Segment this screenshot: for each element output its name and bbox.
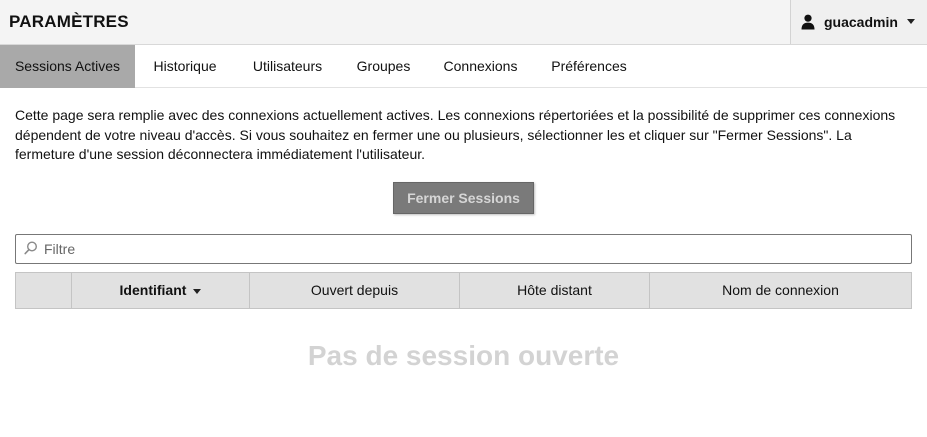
tab-sessions-actives[interactable]: Sessions Actives — [0, 45, 135, 88]
user-name: guacadmin — [824, 14, 898, 30]
sessions-table-header: Identifiant Ouvert depuis Hôte distant N… — [15, 272, 912, 309]
top-header: PARAMÈTRES guacadmin — [0, 0, 927, 45]
chevron-down-icon — [907, 19, 915, 24]
filter-input[interactable] — [44, 239, 904, 259]
page-title: PARAMÈTRES — [9, 12, 129, 31]
user-menu[interactable]: guacadmin — [790, 0, 927, 44]
settings-tabs: Sessions Actives Historique Utilisateurs… — [0, 45, 927, 88]
page-description: Cette page sera remplie avec des connexi… — [15, 107, 896, 162]
sort-desc-icon — [193, 288, 202, 294]
user-icon — [801, 14, 815, 30]
select-all-column[interactable] — [16, 273, 72, 308]
column-nom-connexion[interactable]: Nom de connexion — [650, 273, 911, 308]
column-hote-distant[interactable]: Hôte distant — [460, 273, 650, 308]
tab-preferences[interactable]: Préférences — [534, 45, 644, 88]
tab-utilisateurs[interactable]: Utilisateurs — [235, 45, 340, 88]
close-sessions-button[interactable]: Fermer Sessions — [393, 182, 534, 214]
column-identifiant[interactable]: Identifiant — [72, 273, 250, 308]
tab-groupes[interactable]: Groupes — [340, 45, 427, 88]
tab-historique[interactable]: Historique — [135, 45, 235, 88]
empty-state-message: Pas de session ouverte — [307, 340, 620, 371]
search-icon — [24, 241, 38, 255]
column-identifiant-label: Identifiant — [119, 282, 187, 298]
filter-box — [15, 234, 912, 264]
column-ouvert-depuis[interactable]: Ouvert depuis — [250, 273, 460, 308]
tab-connexions[interactable]: Connexions — [427, 45, 534, 88]
